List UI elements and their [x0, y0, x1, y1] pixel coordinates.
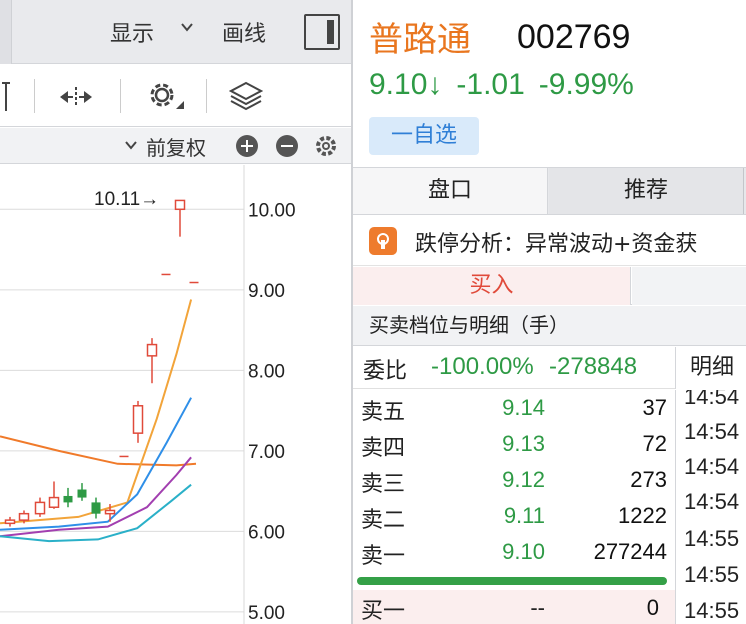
- ask-price: 9.12: [502, 467, 545, 492]
- bid-price: --: [530, 595, 545, 620]
- candle: [146, 338, 158, 384]
- candle: [132, 400, 144, 443]
- trade-detail-list[interactable]: 14:54 14:54 14:54 14:54 14:55 14:55 14:5…: [675, 390, 746, 624]
- chart-panel: 显示 画线 前复权 10.00 9.00 8.00 7.00 6.00 5.00…: [0, 0, 352, 624]
- candlestick-chart[interactable]: 10.00 9.00 8.00 7.00 6.00 5.00 10.11→: [0, 165, 352, 624]
- ask-row: 卖一 9.10 277244: [353, 534, 673, 570]
- fit-width-icon[interactable]: [58, 85, 94, 109]
- ask-price: 9.13: [502, 431, 545, 456]
- trade-time: 14:54: [684, 454, 740, 479]
- y-tick-label: 8.00: [248, 361, 285, 382]
- price-change: -1.01: [456, 68, 525, 101]
- candle: [4, 516, 16, 527]
- panel-layout-icon[interactable]: [304, 14, 340, 50]
- bid-row: 买一 -- 0: [353, 590, 675, 624]
- analysis-icon: [369, 227, 397, 255]
- trade-time: 14:54: [684, 419, 740, 444]
- trade-time: 14:55: [684, 526, 740, 551]
- candle: [174, 199, 186, 237]
- price-change-pct: -9.99%: [538, 68, 634, 101]
- trade-time: 14:54: [684, 489, 740, 514]
- ask-label: 卖三: [361, 472, 406, 497]
- ask-volume: 37: [642, 395, 667, 420]
- bid-label: 买一: [361, 599, 406, 624]
- chart-settings-icon[interactable]: [314, 134, 338, 158]
- buy-button[interactable]: 买入: [353, 267, 631, 305]
- trade-tabs: 买入: [353, 267, 746, 305]
- candle: [91, 497, 101, 519]
- limit-analysis-bar[interactable]: 跌停分析：异常波动+资金获: [353, 216, 746, 266]
- y-tick-label: 9.00: [248, 281, 285, 302]
- last-price: 9.10↓: [369, 68, 443, 101]
- settings-gear-icon[interactable]: [146, 79, 186, 113]
- candle: [63, 487, 73, 508]
- moving-average-line: [0, 456, 192, 538]
- y-tick-label: 7.00: [248, 442, 285, 463]
- orderbook-title: 买卖档位与明细（手）: [353, 306, 746, 346]
- ask-volume: 273: [630, 467, 667, 492]
- bid-volume: 0: [646, 595, 659, 620]
- stock-name: 普路通: [369, 20, 471, 60]
- ask-volume: 277244: [593, 539, 667, 564]
- ask-label: 卖四: [361, 436, 406, 461]
- quote-panel: 普路通 002769 9.10↓ -1.01 -9.99% 一自选 盘口 推荐 跌停…: [353, 0, 746, 624]
- y-tick-label: 6.00: [248, 522, 285, 543]
- y-tick-label: 5.00: [248, 603, 285, 624]
- ask-volume: 72: [642, 431, 667, 456]
- candle: [77, 483, 87, 501]
- trade-time: 14:55: [684, 562, 740, 587]
- y-tick-label: 10.00: [248, 200, 296, 221]
- bid-ask-ratio-bar: [357, 577, 667, 585]
- chart-top-toolbar: 显示 画线: [0, 0, 352, 64]
- chevron-down-icon[interactable]: [124, 138, 138, 152]
- ask-label: 卖二: [361, 508, 406, 533]
- toolbar-divider: [34, 79, 35, 113]
- ask-price: 9.14: [502, 395, 545, 420]
- detail-header: 明细: [675, 347, 746, 389]
- price-adjust-selector[interactable]: 前复权: [146, 132, 206, 161]
- weibi-value: -278848: [549, 353, 638, 380]
- tab-orderbook[interactable]: 盘口: [353, 168, 548, 214]
- ask-list: 卖五 9.14 37 卖四 9.13 72 卖三 9.12 273 卖二 9.1…: [353, 390, 673, 570]
- candle: [48, 481, 60, 509]
- candle: [189, 281, 199, 284]
- chart-tools-toolbar: [0, 65, 352, 127]
- weibi-label: 委比: [363, 359, 408, 384]
- weibi-pct: -100.00%: [431, 353, 534, 380]
- toolbar-edge: [0, 0, 12, 64]
- layers-icon[interactable]: [229, 81, 263, 111]
- show-menu-button[interactable]: 显示: [110, 16, 154, 48]
- partial-tool-icon[interactable]: [0, 77, 10, 117]
- price-row: 9.10↓ -1.01 -9.99%: [369, 68, 648, 102]
- chevron-down-icon[interactable]: [180, 20, 194, 34]
- ask-row: 卖四 9.13 72: [353, 426, 673, 462]
- ask-label: 卖五: [361, 400, 406, 425]
- ask-row: 卖三 9.12 273: [353, 462, 673, 498]
- draw-line-button[interactable]: 画线: [222, 16, 266, 48]
- ask-volume: 1222: [618, 503, 667, 528]
- ask-label: 卖一: [361, 544, 406, 569]
- candle: [34, 497, 46, 517]
- toolbar-divider: [206, 79, 207, 113]
- high-price-annotation: 10.11→: [94, 189, 159, 210]
- trade-time: 14:55: [684, 598, 740, 623]
- stock-code: 002769: [517, 18, 631, 56]
- zoom-in-icon[interactable]: [236, 135, 258, 157]
- trade-time: 14:54: [684, 390, 740, 409]
- toolbar-divider: [120, 79, 121, 113]
- chart-adjust-bar: 前复权: [0, 128, 352, 164]
- limit-analysis-text: 跌停分析：异常波动+资金获: [415, 232, 698, 257]
- zoom-out-icon[interactable]: [276, 135, 298, 157]
- tab-recommend[interactable]: 推荐: [549, 168, 744, 214]
- ask-price: 9.11: [503, 503, 545, 528]
- candle: [161, 273, 171, 276]
- ask-row: 卖二 9.11 1222: [353, 498, 673, 534]
- sell-tab-area[interactable]: [632, 267, 746, 305]
- candle: [119, 455, 129, 458]
- remove-watchlist-button[interactable]: 一自选: [369, 117, 479, 155]
- ask-price: 9.10: [502, 539, 545, 564]
- ask-row: 卖五 9.14 37: [353, 390, 673, 426]
- quote-tabs: 盘口 推荐: [353, 167, 746, 215]
